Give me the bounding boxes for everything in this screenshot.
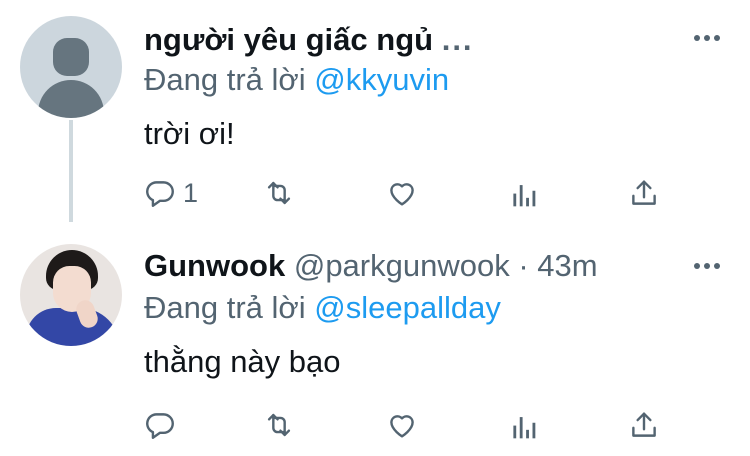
separator-dot: · (518, 248, 529, 283)
analytics-button[interactable] (507, 178, 541, 212)
retweet-icon (267, 413, 291, 437)
more-icon[interactable] (694, 34, 720, 42)
heart-icon (390, 415, 414, 438)
tweet-header: người yêu giấc ngủ ... (144, 20, 474, 60)
heart-icon (390, 183, 414, 206)
reply-button[interactable] (143, 408, 183, 442)
like-button[interactable] (385, 408, 419, 442)
retweet-button[interactable] (262, 176, 296, 210)
reply-to-handle[interactable]: @sleepallday (314, 290, 501, 325)
tweet-2[interactable]: Gunwook @parkgunwook · 43m Đang trả lời … (0, 222, 750, 456)
analytics-icon (513, 185, 536, 207)
tweet-text: thằng này bạo (144, 344, 341, 379)
retweet-button[interactable] (262, 408, 296, 442)
retweet-icon (267, 181, 291, 205)
analytics-icon (513, 417, 536, 439)
share-icon (632, 180, 656, 205)
tweet-text: trời ơi! (144, 116, 235, 151)
share-button[interactable] (627, 176, 661, 210)
replying-to: Đang trả lời @sleepallday (144, 288, 501, 328)
avatar[interactable] (20, 16, 122, 118)
analytics-button[interactable] (507, 410, 541, 444)
timestamp[interactable]: 43m (537, 248, 597, 283)
avatar[interactable] (20, 244, 122, 346)
reply-icon (146, 413, 174, 439)
like-button[interactable] (385, 176, 419, 210)
name-truncation: ... (441, 22, 474, 57)
display-name[interactable]: Gunwook (144, 248, 285, 283)
avatar-shirt-shape (26, 308, 120, 346)
reply-prefix: Đang trả lời (144, 62, 306, 97)
reply-prefix: Đang trả lời (144, 290, 306, 325)
tweet-header: Gunwook @parkgunwook · 43m (144, 246, 598, 286)
avatar-shoulders-shape (38, 80, 104, 118)
replying-to: Đang trả lời @kkyuvin (144, 60, 449, 100)
more-icon[interactable] (694, 262, 720, 270)
handle[interactable]: @parkgunwook (294, 248, 510, 283)
share-icon (632, 412, 656, 437)
thread-line (69, 120, 73, 222)
display-name[interactable]: người yêu giấc ngủ (144, 22, 433, 57)
reply-button[interactable]: 1 (143, 176, 198, 210)
reply-count: 1 (183, 177, 199, 208)
avatar-head-shape (53, 38, 89, 76)
reply-to-handle[interactable]: @kkyuvin (314, 62, 449, 97)
reply-icon (146, 181, 174, 207)
share-button[interactable] (627, 408, 661, 442)
tweet-1[interactable]: người yêu giấc ngủ ... Đang trả lời @kky… (0, 0, 750, 222)
